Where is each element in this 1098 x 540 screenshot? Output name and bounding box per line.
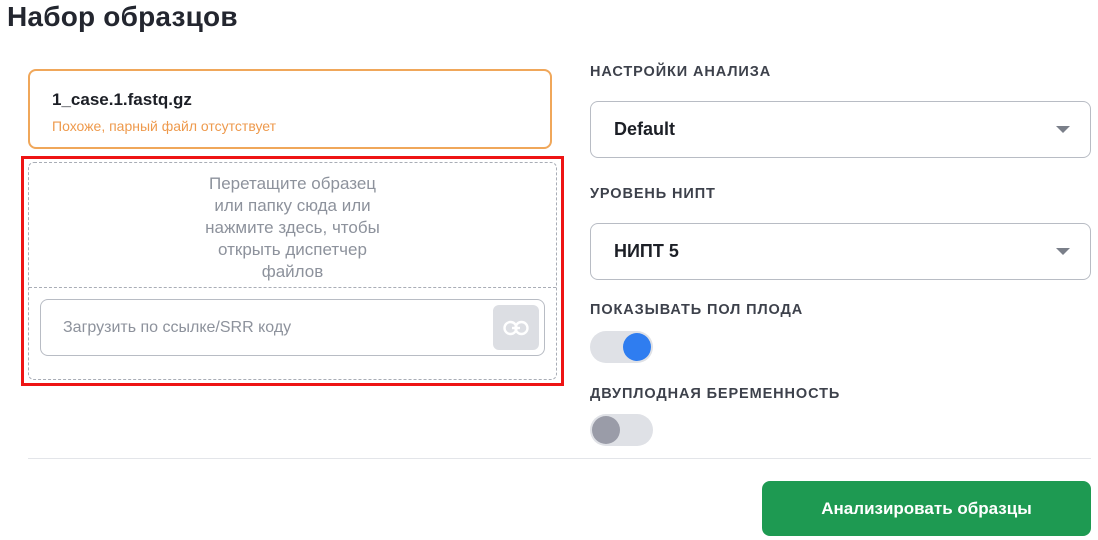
- nipt-level-select[interactable]: НИПТ 5: [590, 223, 1091, 280]
- dropzone-line: Перетащите образец: [208, 174, 377, 193]
- analyze-samples-button[interactable]: Анализировать образцы: [762, 481, 1091, 536]
- file-dropzone[interactable]: Перетащите образец или папку сюда или на…: [28, 162, 557, 380]
- url-upload-field: [40, 299, 545, 356]
- chevron-down-icon: [1056, 126, 1070, 133]
- analysis-settings-value: Default: [614, 119, 676, 139]
- nipt-level-label: УРОВЕНЬ НИПТ: [590, 186, 716, 202]
- fetal-sex-toggle[interactable]: [590, 331, 653, 363]
- missing-pair-warning: Похоже, парный файл отсутствует: [52, 118, 277, 134]
- analysis-settings-select[interactable]: Default: [590, 101, 1091, 158]
- analysis-settings-label: НАСТРОЙКИ АНАЛИЗА: [590, 64, 772, 80]
- page-title: Набор образцов: [7, 1, 238, 32]
- twin-pregnancy-toggle[interactable]: [590, 414, 653, 446]
- dropzone-line: или папку сюда или: [214, 196, 371, 215]
- dropzone-line: открыть диспетчер: [218, 240, 367, 259]
- section-divider: [28, 458, 1091, 459]
- file-name: 1_case.1.fastq.gz: [52, 90, 192, 109]
- toggle-knob: [623, 333, 651, 361]
- nipt-level-value: НИПТ 5: [614, 241, 679, 261]
- fetal-sex-label: ПОКАЗЫВАТЬ ПОЛ ПЛОДА: [590, 302, 804, 318]
- chevron-down-icon: [1056, 248, 1070, 255]
- twin-pregnancy-label: ДВУПЛОДНАЯ БЕРЕМЕННОСТЬ: [590, 386, 841, 402]
- link-upload-button[interactable]: [493, 305, 539, 350]
- toggle-knob: [592, 416, 620, 444]
- dropzone-line: файлов: [261, 262, 324, 281]
- url-input[interactable]: [41, 300, 481, 355]
- dropzone-divider: [29, 287, 556, 288]
- dropzone-line: нажмите здесь, чтобы: [205, 218, 380, 237]
- dropzone-instructions: Перетащите образец или папку сюда или на…: [29, 173, 556, 283]
- file-card[interactable]: 1_case.1.fastq.gz Похоже, парный файл от…: [28, 69, 552, 149]
- link-icon: [503, 320, 529, 335]
